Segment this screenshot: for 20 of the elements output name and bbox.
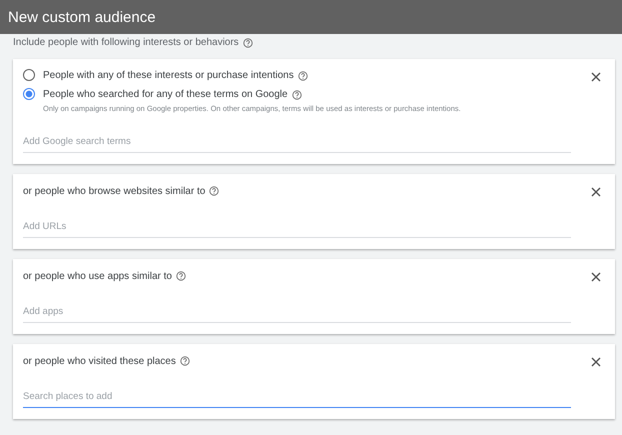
- option-label[interactable]: People who searched for any of these terms on Google: [43, 89, 288, 100]
- card-title: or people who use apps similar to: [23, 270, 172, 282]
- input-field[interactable]: Search places to add: [23, 391, 571, 408]
- help-icon[interactable]: [298, 70, 308, 80]
- close-icon[interactable]: [591, 357, 601, 367]
- card-title: or people who visited these places: [23, 356, 176, 366]
- radio-button[interactable]: [23, 88, 35, 100]
- option-label[interactable]: People with any of these interests or purchase intentions: [43, 70, 294, 81]
- dialog-title: New custom audience: [8, 8, 156, 26]
- help-icon[interactable]: [180, 356, 190, 366]
- card-title: or people who browse websites similar to: [23, 186, 206, 196]
- help-icon[interactable]: [176, 271, 186, 281]
- radio-button[interactable]: [23, 69, 35, 81]
- help-icon[interactable]: [242, 38, 253, 48]
- section-label: Include people with following interests or behaviors: [13, 37, 239, 48]
- help-icon[interactable]: [209, 186, 220, 196]
- close-icon[interactable]: [591, 272, 601, 282]
- close-icon[interactable]: [591, 187, 601, 197]
- close-icon[interactable]: [591, 72, 601, 82]
- help-icon[interactable]: [292, 90, 302, 100]
